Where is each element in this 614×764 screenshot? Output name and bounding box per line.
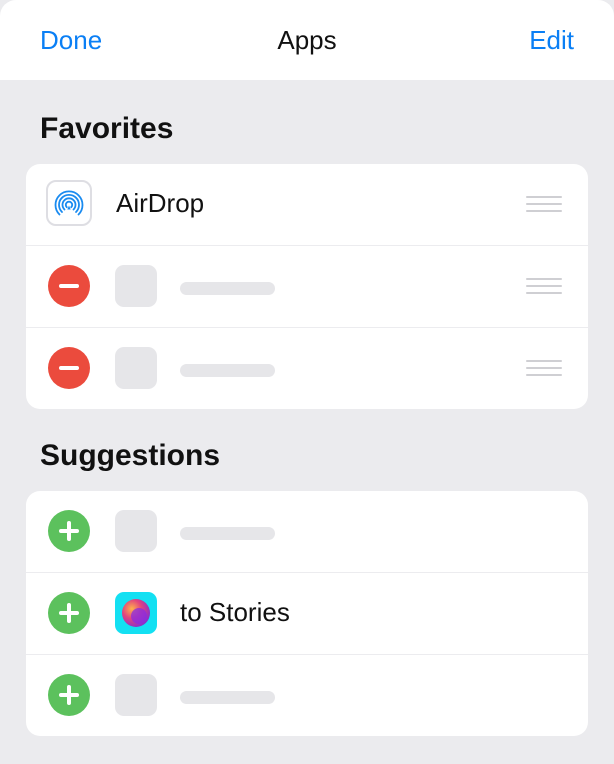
- app-label-placeholder: [180, 364, 275, 377]
- add-icon[interactable]: [48, 510, 90, 552]
- drag-handle-icon[interactable]: [526, 276, 562, 296]
- stories-icon: [115, 592, 157, 634]
- app-placeholder-icon: [115, 265, 157, 307]
- suggestions-section-title: Suggestions: [40, 439, 221, 472]
- page-title: Apps: [277, 25, 337, 55]
- app-placeholder-icon: [115, 510, 157, 552]
- favorites-section-title: Favorites: [40, 112, 174, 145]
- favorites-list: AirDrop: [26, 164, 588, 409]
- app-label-placeholder: [180, 282, 275, 295]
- favorite-row[interactable]: [26, 245, 588, 327]
- app-label-placeholder: [180, 527, 275, 540]
- suggestion-row[interactable]: [26, 491, 588, 572]
- favorite-row[interactable]: [26, 327, 588, 409]
- app-label-placeholder: [180, 691, 275, 704]
- app-label: AirDrop: [116, 188, 205, 218]
- suggestions-list: to Stories: [26, 491, 588, 736]
- app-placeholder-icon: [115, 347, 157, 389]
- add-icon[interactable]: [48, 592, 90, 634]
- remove-icon[interactable]: [48, 347, 90, 389]
- edit-button[interactable]: Edit: [529, 24, 574, 56]
- favorite-row-airdrop[interactable]: AirDrop: [26, 164, 588, 245]
- navigation-bar: Done Apps Edit: [0, 0, 614, 80]
- remove-icon[interactable]: [48, 265, 90, 307]
- suggestion-row[interactable]: [26, 654, 588, 736]
- app-placeholder-icon: [115, 674, 157, 716]
- drag-handle-icon[interactable]: [526, 358, 562, 378]
- add-icon[interactable]: [48, 674, 90, 716]
- suggestion-row-stories[interactable]: to Stories: [26, 572, 588, 654]
- airdrop-icon: [46, 180, 92, 226]
- app-label: to Stories: [180, 597, 290, 627]
- drag-handle-icon[interactable]: [526, 194, 562, 214]
